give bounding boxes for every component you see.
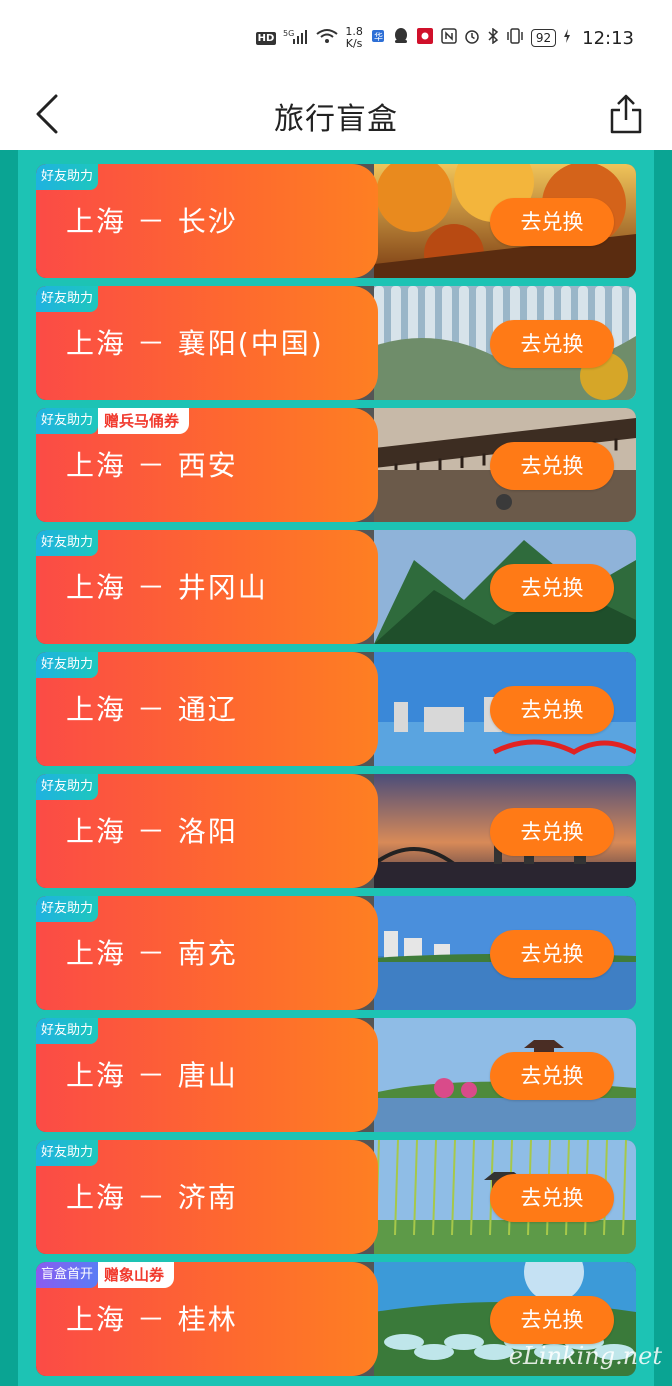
status-badge: 好友助力 (36, 896, 99, 922)
page-title: 旅行盲盒 (274, 102, 398, 137)
vibrate-icon (506, 28, 524, 48)
tag-bar: 好友助力 (36, 286, 99, 312)
tag-bar: 好友助力 (36, 1018, 99, 1044)
route-label: 上海 － 通辽 (66, 693, 238, 726)
redeem-button[interactable]: 去兑换 (490, 564, 614, 612)
share-button[interactable] (606, 92, 646, 136)
route-label: 上海 － 桂林 (66, 1303, 238, 1336)
status-badge: 好友助力 (36, 286, 99, 312)
route-label: 上海 － 济南 (66, 1181, 238, 1214)
ticket-card[interactable]: 上海 － 长沙 好友助力去兑换 (36, 164, 636, 278)
ticket-card[interactable]: 上海 － 南充 好友助力去兑换 (36, 896, 636, 1010)
tag-bar: 好友助力 赠兵马俑券 (36, 408, 190, 434)
ticket-card[interactable]: 上海 － 济南 好友助力去兑换 (36, 1140, 636, 1254)
redeem-button[interactable]: 去兑换 (490, 686, 614, 734)
ticket-card[interactable]: 上海 － 通辽 好友助力去兑换 (36, 652, 636, 766)
main-content: 上海 － 长沙 好友助力 去兑换 上海 － 襄阳(中国) 好友助力 去兑换 上海 － 西安好… (0, 150, 672, 1386)
share-icon (610, 94, 642, 134)
ticket-card[interactable]: 上海 － 井冈山 好友助力去兑换 (36, 530, 636, 644)
ticket-card[interactable]: 上海 － 洛阳 好友助力去兑换 (36, 774, 636, 888)
status-badge: 好友助力 (36, 652, 99, 678)
redeem-button[interactable]: 去兑换 (490, 808, 614, 856)
qq-icon (393, 27, 409, 49)
network-type-label: 5G (283, 29, 294, 38)
clock-time: 12:13 (582, 27, 634, 49)
route-label: 上海 － 西安 (66, 449, 238, 482)
charging-icon (563, 29, 571, 47)
network-speed: 1.8 K/s (345, 26, 363, 50)
hd-badge: HD (255, 31, 277, 45)
tag-bar: 好友助力 (36, 896, 99, 922)
status-badge: 好友助力 (36, 530, 99, 556)
tag-bar: 好友助力 (36, 1140, 99, 1166)
redeem-button[interactable]: 去兑换 (490, 930, 614, 978)
redeem-button[interactable]: 去兑换 (490, 198, 614, 246)
route-label: 上海 － 南充 (66, 937, 238, 970)
status-badge: 好友助力 (36, 1140, 99, 1166)
card-list: 上海 － 长沙 好友助力 去兑换 上海 － 襄阳(中国) 好友助力 去兑换 上海 － 西安好… (18, 150, 654, 1386)
route-label: 上海 － 唐山 (66, 1059, 238, 1092)
tag-bar: 好友助力 (36, 530, 99, 556)
route-label: 上海 － 襄阳(中国) (66, 327, 324, 360)
route-label: 上海 － 井冈山 (66, 571, 268, 604)
status-bar: HD 5G 1.8 K/s 华 92 12:13 (0, 0, 672, 78)
route-label: 上海 － 洛阳 (66, 815, 238, 848)
status-badge: 好友助力 (36, 408, 99, 434)
app-red-icon (416, 27, 434, 49)
alarm-icon (464, 28, 480, 48)
redeem-button[interactable]: 去兑换 (490, 1174, 614, 1222)
wifi-icon (316, 28, 338, 48)
nav-header: 旅行盲盒 (0, 78, 672, 150)
nfc-icon (441, 28, 457, 48)
tag-bar: 好友助力 (36, 774, 99, 800)
gift-badge: 赠兵马俑券 (98, 408, 190, 434)
redeem-button[interactable]: 去兑换 (490, 1052, 614, 1100)
route-label: 上海 － 长沙 (66, 205, 238, 238)
signal-icon: 5G (283, 28, 309, 48)
ticket-card[interactable]: 上海 － 唐山 好友助力去兑换 (36, 1018, 636, 1132)
redeem-button[interactable]: 去兑换 (490, 320, 614, 368)
status-badge: 好友助力 (36, 774, 99, 800)
status-badge: 好友助力 (36, 164, 99, 190)
network-speed-unit: K/s (345, 37, 363, 50)
watermark: eLinking.net (508, 1342, 662, 1370)
redeem-button[interactable]: 去兑换 (490, 442, 614, 490)
battery-indicator: 92 (530, 29, 557, 47)
tag-bar: 好友助力 (36, 164, 99, 190)
svg-text:华: 华 (374, 31, 383, 43)
ticket-card[interactable]: 上海 － 襄阳(中国) 好友助力去兑换 (36, 286, 636, 400)
status-icons: HD 5G 1.8 K/s 华 92 12:13 (255, 26, 634, 50)
app-notification-icon: 华 (370, 28, 386, 48)
tag-bar: 好友助力 (36, 652, 99, 678)
redeem-button[interactable]: 去兑换 (490, 1296, 614, 1344)
gift-badge: 赠象山券 (98, 1262, 175, 1288)
bluetooth-icon (487, 27, 499, 48)
status-badge: 盲盒首开 (36, 1262, 99, 1288)
status-badge: 好友助力 (36, 1018, 99, 1044)
ticket-card[interactable]: 上海 － 西安 好友助力 赠兵马俑券去兑换 (36, 408, 636, 522)
tag-bar: 盲盒首开 赠象山券 (36, 1262, 175, 1288)
